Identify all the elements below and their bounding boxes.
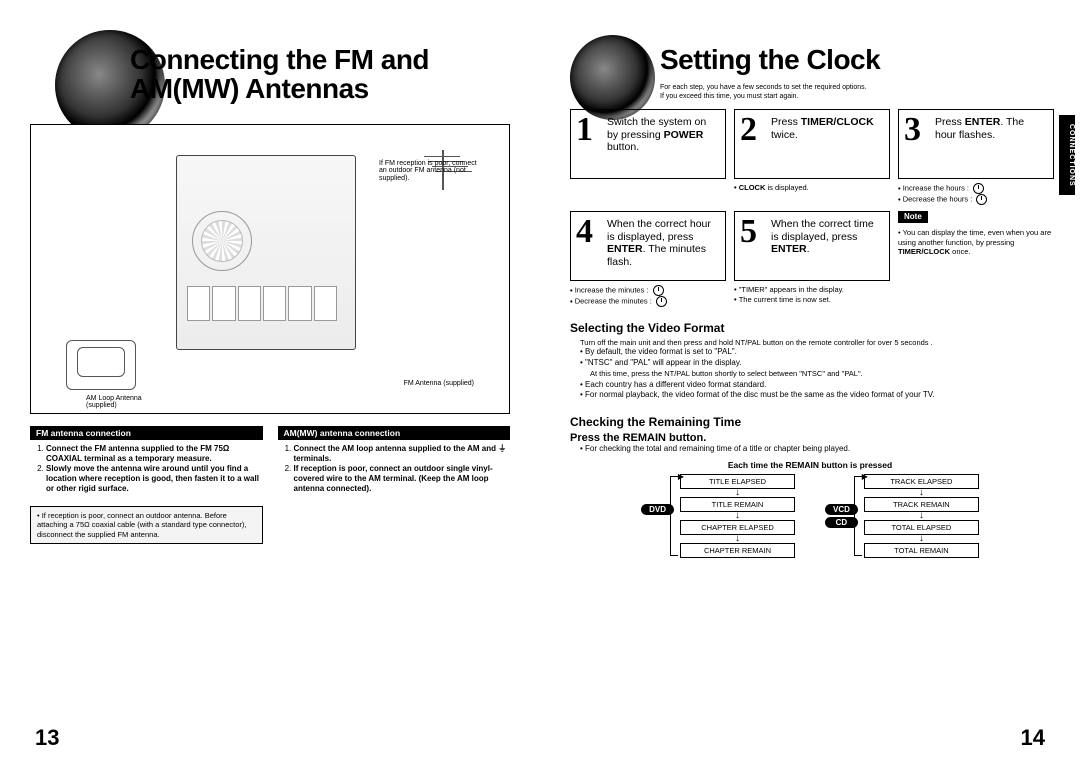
page-right: CONNECTIONS Setting the Clock For each s…	[540, 0, 1080, 763]
loop-arrow-icon	[854, 476, 862, 556]
am-step2: If reception is poor, connect an outdoor…	[294, 464, 493, 493]
connector-panel	[187, 286, 337, 321]
connection-columns: FM antenna connection Connect the FM ant…	[30, 426, 510, 544]
remain-header: Checking the Remaining Time	[570, 415, 1050, 429]
step-row-2: 4 When the correct hour is displayed, pr…	[570, 211, 1050, 307]
remain-desc-list: For checking the total and remaining tim…	[580, 444, 1050, 455]
fm-step2: Slowly move the antenna wire around unti…	[46, 464, 259, 493]
antenna-diagram: If FM reception is poor, connect an outd…	[30, 124, 510, 414]
fan-icon	[192, 211, 252, 271]
am-loop-label: AM Loop Antenna (supplied)	[86, 395, 166, 410]
step-row-1: 1 Switch the system on by pressing POWER…	[570, 109, 1050, 205]
fm-note-box: • If reception is poor, connect an outdo…	[30, 506, 263, 544]
arrow-down-icon: ↓	[735, 512, 740, 520]
am-step1: Connect the AM loop antenna supplied to …	[294, 444, 507, 463]
arrow-down-icon: ↓	[735, 535, 740, 543]
page-left: Connecting the FM and AM(MW) Antennas If…	[0, 0, 540, 763]
dial-up-icon	[653, 285, 664, 296]
arrow-down-icon: ↓	[919, 489, 924, 497]
fm-note-label: If FM reception is poor, connect an outd…	[379, 160, 479, 183]
page-number-right: 14	[1021, 725, 1045, 751]
video-intro: Turn off the main unit and then press an…	[580, 338, 1050, 347]
speaker-icon	[570, 35, 655, 120]
step-note: Note You can display the time, even when…	[898, 211, 1054, 256]
page-number-left: 13	[35, 725, 59, 751]
subtitle: For each step, you have a few seconds to…	[660, 84, 1050, 101]
step-2: 2 Press TIMER/CLOCK twice.	[734, 109, 890, 179]
remain-box: TOTAL REMAIN	[864, 543, 979, 558]
fm-antenna-label: FM Antenna (supplied)	[404, 380, 474, 388]
page-title-right: Setting the Clock	[660, 45, 1050, 74]
fm-header: FM antenna connection	[30, 426, 263, 440]
step-5: 5 When the correct time is displayed, pr…	[734, 211, 890, 281]
dial-up-icon	[973, 183, 984, 194]
am-header: AM(MW) antenna connection	[278, 426, 511, 440]
note-badge: Note	[898, 211, 928, 223]
step-1: 1 Switch the system on by pressing POWER…	[570, 109, 726, 179]
dial-down-icon	[656, 296, 667, 307]
am-column: AM(MW) antenna connection Connect the AM…	[278, 426, 511, 544]
arrow-down-icon: ↓	[735, 489, 740, 497]
remain-diagram: DVD TITLE ELAPSED ↓ TITLE REMAIN ↓ CHAPT…	[570, 474, 1050, 558]
loop-arrow-icon	[670, 476, 678, 556]
fm-step1: Connect the FM antenna supplied to the F…	[46, 444, 229, 463]
fm-column: FM antenna connection Connect the FM ant…	[30, 426, 263, 544]
am-loop-antenna-icon	[66, 340, 136, 390]
device-rear-sketch	[176, 155, 356, 350]
remain-press: Press the REMAIN button.	[570, 432, 1050, 444]
arrow-down-icon: ↓	[919, 535, 924, 543]
arrow-down-icon: ↓	[919, 512, 924, 520]
cd-sequence: TRACK ELAPSED ↓ TRACK REMAIN ↓ TOTAL ELA…	[864, 474, 979, 558]
video-bullets: By default, the video format is set to "…	[580, 347, 1050, 401]
side-tab-connections: CONNECTIONS	[1059, 115, 1075, 195]
remain-box: CHAPTER REMAIN	[680, 543, 795, 558]
step-4: 4 When the correct hour is displayed, pr…	[570, 211, 726, 281]
page-title-left: Connecting the FM and AM(MW) Antennas	[130, 45, 510, 104]
dial-down-icon	[976, 194, 987, 205]
manual-spread: Connecting the FM and AM(MW) Antennas If…	[0, 0, 1080, 763]
dvd-sequence: TITLE ELAPSED ↓ TITLE REMAIN ↓ CHAPTER E…	[680, 474, 795, 558]
step-3: 3 Press ENTER. The hour flashes.	[898, 109, 1054, 179]
remain-each: Each time the REMAIN button is pressed	[570, 460, 1050, 470]
video-format-header: Selecting the Video Format	[570, 321, 1050, 335]
